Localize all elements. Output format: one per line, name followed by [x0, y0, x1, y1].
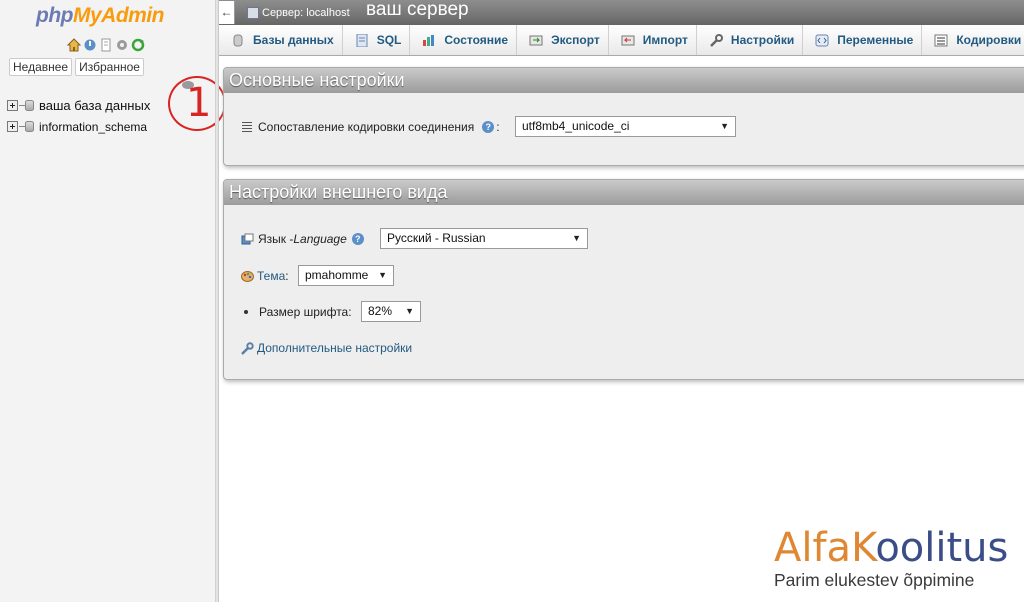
- collation-select[interactable]: utf8mb4_unicode_ci ▼: [515, 116, 736, 137]
- language-select-value: Русский - Russian: [387, 231, 486, 245]
- charsets-icon: [934, 34, 948, 47]
- general-settings-title: Основные настройки: [224, 68, 1024, 93]
- tab-export[interactable]: Экспорт: [517, 25, 609, 55]
- alfakoolitus-watermark: AlfaKoolitus Parim elukestev õppimine: [774, 528, 1008, 590]
- server-tabs: Базы данных SQL Состояние Экспорт Импорт…: [219, 25, 1024, 56]
- tab-label: Импорт: [642, 33, 688, 47]
- home-icon[interactable]: [66, 38, 82, 52]
- expand-icon[interactable]: [7, 100, 18, 111]
- watermark-title-part2: K: [851, 525, 876, 571]
- annotation-number: 1: [186, 80, 212, 126]
- bullet-icon: [244, 310, 248, 314]
- database-icon: [25, 100, 34, 111]
- wrench-icon: [241, 341, 254, 355]
- tab-databases[interactable]: Базы данных: [219, 25, 343, 55]
- tab-label: Кодировки: [956, 33, 1022, 47]
- language-icon: [241, 233, 254, 246]
- tab-label: SQL: [376, 33, 402, 47]
- tab-settings[interactable]: Настройки: [697, 25, 804, 55]
- sql-icon: [355, 33, 369, 47]
- nav-icon-bar: [66, 38, 145, 52]
- dropdown-arrow-icon: ▼: [720, 121, 729, 131]
- collation-colon: :: [496, 120, 500, 134]
- reload-icon[interactable]: [131, 38, 145, 52]
- watermark-title: AlfaKoolitus: [774, 528, 1008, 568]
- server-icon: [247, 7, 259, 19]
- database-name[interactable]: information_schema: [39, 120, 147, 134]
- theme-select-value: pmahomme: [305, 268, 369, 282]
- server-breadcrumb-bar: ← Сервер: localhost ваш сервер: [219, 0, 1024, 25]
- recent-tables-button[interactable]: Недавнее: [9, 58, 73, 76]
- more-settings-link[interactable]: Дополнительные настройки: [257, 341, 412, 355]
- settings-wrench-icon: [709, 33, 723, 47]
- expand-icon[interactable]: [7, 121, 18, 132]
- database-tree: ваша база данных information_schema: [7, 95, 150, 137]
- more-settings-row: Дополнительные настройки: [241, 341, 412, 355]
- font-size-select[interactable]: 82% ▼: [361, 301, 421, 322]
- databases-icon: [231, 34, 245, 47]
- tab-label: Переменные: [837, 33, 914, 47]
- theme-select[interactable]: pmahomme ▼: [298, 265, 394, 286]
- tree-item-database[interactable]: ваша база данных: [7, 95, 150, 116]
- theme-colon: :: [285, 269, 289, 283]
- font-size-label: Размер шрифта:: [259, 305, 352, 319]
- language-label: Язык -: [258, 232, 294, 246]
- tab-label: Базы данных: [253, 33, 334, 47]
- font-size-row: Размер шрифта:: [244, 305, 352, 319]
- recent-favorites-bar: Недавнее Избранное: [9, 58, 144, 76]
- server-note: ваш сервер: [366, 0, 469, 20]
- dropdown-arrow-icon: ▼: [572, 233, 581, 243]
- theme-palette-icon: [241, 270, 254, 283]
- tab-label: Настройки: [730, 33, 795, 47]
- tab-status[interactable]: Состояние: [410, 25, 518, 55]
- logo-php-text: php: [36, 4, 73, 27]
- phpmyadmin-logo[interactable]: phpMyAdmin: [36, 4, 164, 28]
- favorite-tables-button[interactable]: Избранное: [75, 58, 144, 76]
- status-icon: [422, 34, 436, 47]
- collation-label: Сопоставление кодировки соединения: [258, 120, 475, 134]
- language-label-italic: Language: [293, 232, 347, 246]
- tab-label: Экспорт: [551, 33, 600, 47]
- language-row: Язык - Language ?: [241, 232, 364, 246]
- help-icon[interactable]: ?: [482, 121, 495, 133]
- appearance-settings-title: Настройки внешнего вида: [224, 180, 1024, 205]
- tab-label: Состояние: [444, 33, 509, 47]
- import-icon: [621, 34, 635, 47]
- dropdown-arrow-icon: ▼: [378, 270, 387, 280]
- collation-row: Сопоставление кодировки соединения ? :: [242, 120, 500, 134]
- server-breadcrumb[interactable]: Сервер: localhost: [262, 7, 350, 19]
- dropdown-arrow-icon: ▼: [405, 306, 414, 316]
- collation-icon: [242, 122, 252, 132]
- documentation-icon[interactable]: [99, 38, 113, 52]
- font-size-select-value: 82%: [368, 304, 393, 318]
- tab-sql[interactable]: SQL: [343, 25, 411, 55]
- tab-variables[interactable]: Переменные: [803, 25, 923, 55]
- collation-select-value: utf8mb4_unicode_ci: [522, 119, 630, 133]
- theme-row: Тема :: [241, 269, 289, 283]
- theme-link[interactable]: Тема: [257, 269, 285, 283]
- watermark-subtitle: Parim elukestev õppimine: [774, 570, 975, 590]
- general-settings-fieldset: Основные настройки Сопоставление кодиров…: [223, 67, 1024, 166]
- tab-charsets[interactable]: Кодировки: [922, 25, 1024, 55]
- variables-icon: [815, 34, 829, 47]
- navigation-panel: phpMyAdmin Недавнее Избранное ваша база …: [0, 0, 226, 602]
- logo-myadmin-text: MyAdmin: [72, 4, 165, 27]
- appearance-settings-fieldset: Настройки внешнего вида Язык - Language …: [223, 179, 1024, 380]
- nav-resize-handle[interactable]: [215, 0, 219, 602]
- exit-icon[interactable]: [83, 38, 97, 52]
- language-select[interactable]: Русский - Russian ▼: [380, 228, 588, 249]
- watermark-title-part1: Alfa: [774, 525, 852, 571]
- database-name[interactable]: ваша база данных: [39, 98, 150, 113]
- collapse-nav-button[interactable]: ←: [219, 1, 235, 24]
- database-icon: [25, 121, 34, 132]
- tab-import[interactable]: Импорт: [609, 25, 697, 55]
- export-icon: [529, 34, 543, 47]
- help-icon[interactable]: ?: [351, 233, 364, 245]
- watermark-title-part3: oolitus: [875, 525, 1009, 571]
- gear-icon[interactable]: [115, 38, 129, 52]
- tree-item-database[interactable]: information_schema: [7, 116, 150, 137]
